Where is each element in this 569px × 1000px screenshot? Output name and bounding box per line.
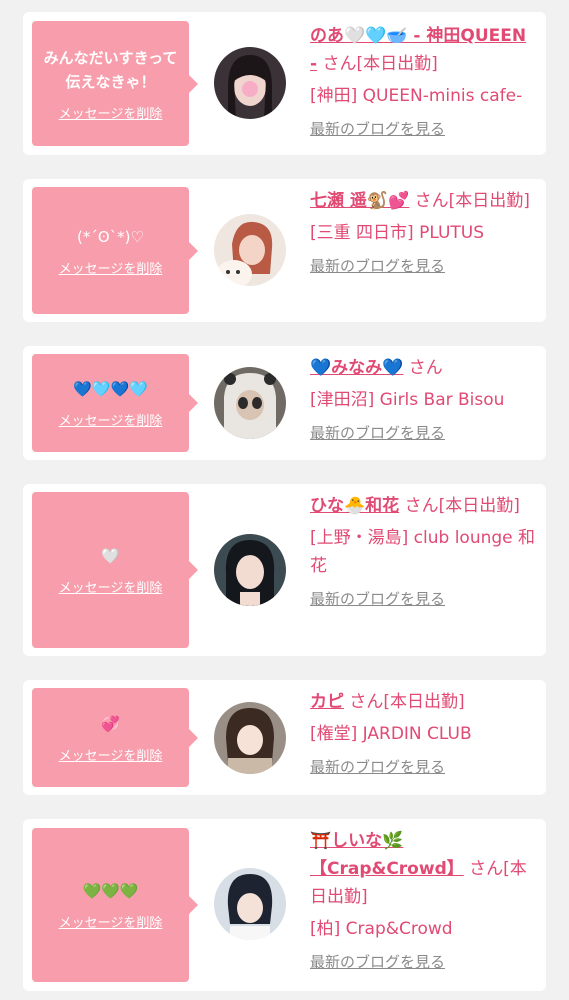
honorific: さん bbox=[414, 191, 449, 211]
status-label: [本日出勤] bbox=[356, 54, 438, 74]
avatar[interactable] bbox=[214, 367, 286, 439]
latest-blog-link[interactable]: 最新のブログを見る bbox=[310, 118, 445, 139]
message-text: (*´ʘ`*)♡ bbox=[77, 227, 144, 246]
shop-label: [権堂] JARDIN CLUB bbox=[310, 724, 472, 744]
cast-info: ひな🐣和花 さん[本日出勤] [上野・湯島] club lounge 和花 最新… bbox=[310, 492, 538, 609]
message-bubble: みんなだいすきって伝えなきゃ！ メッセージを削除 bbox=[32, 21, 198, 146]
cast-info: のあ🤍🩵🥣 - 神田QUEEN - さん[本日出勤] [神田] QUEEN-mi… bbox=[310, 22, 538, 139]
message-bubble: (*´ʘ`*)♡ メッセージを削除 bbox=[32, 187, 198, 314]
cast-name-link[interactable]: カピ bbox=[310, 692, 344, 712]
message-bubble: 🤍 メッセージを削除 bbox=[32, 492, 198, 648]
favorite-cast-list: みんなだいすきって伝えなきゃ！ メッセージを削除 のあ🤍🩵🥣 - 神田QUEEN… bbox=[0, 0, 569, 1000]
cast-name-link[interactable]: ⛩️しいな🌿【Crap&Crowd】 bbox=[310, 831, 464, 879]
cast-info: ⛩️しいな🌿【Crap&Crowd】 さん[本日出勤] [柏] Crap&Cro… bbox=[310, 827, 538, 972]
cast-card: みんなだいすきって伝えなきゃ！ メッセージを削除 のあ🤍🩵🥣 - 神田QUEEN… bbox=[23, 12, 546, 155]
honorific: さん bbox=[349, 692, 384, 712]
avatar[interactable] bbox=[214, 534, 286, 606]
message-bubble: 💞 メッセージを削除 bbox=[32, 688, 198, 787]
cast-name-link[interactable]: 💙みなみ💙 bbox=[310, 358, 403, 378]
name-line: のあ🤍🩵🥣 - 神田QUEEN - さん[本日出勤] bbox=[310, 22, 538, 78]
cast-info: 七瀬 遥🐒💕 さん[本日出勤] [三重 四日市] PLUTUS 最新のブログを見… bbox=[310, 187, 538, 276]
avatar[interactable] bbox=[214, 702, 286, 774]
status-label: [本日出勤] bbox=[383, 692, 465, 712]
delete-message-link[interactable]: メッセージを削除 bbox=[59, 577, 163, 596]
latest-blog-link[interactable]: 最新のブログを見る bbox=[310, 951, 445, 972]
name-line: 💙みなみ💙 さん bbox=[310, 354, 538, 382]
honorific: さん bbox=[408, 358, 443, 378]
message-text: 💙🩵💙🩵 bbox=[73, 380, 148, 398]
status-label: [本日出勤] bbox=[448, 191, 530, 211]
message-bubble: 💙🩵💙🩵 メッセージを削除 bbox=[32, 354, 198, 452]
delete-message-link[interactable]: メッセージを削除 bbox=[59, 410, 163, 429]
latest-blog-link[interactable]: 最新のブログを見る bbox=[310, 255, 445, 276]
shop-label: [上野・湯島] club lounge 和花 bbox=[310, 528, 536, 576]
message-bubble: 💚💚💚 メッセージを削除 bbox=[32, 828, 198, 982]
avatar[interactable] bbox=[214, 868, 286, 940]
honorific: さん bbox=[404, 496, 439, 516]
shop-label: [神田] QUEEN-minis cafe- bbox=[310, 86, 523, 106]
name-line: 七瀬 遥🐒💕 さん[本日出勤] bbox=[310, 187, 538, 215]
avatar[interactable] bbox=[214, 47, 286, 119]
latest-blog-link[interactable]: 最新のブログを見る bbox=[310, 756, 445, 777]
message-text: 💚💚💚 bbox=[82, 882, 139, 900]
avatar[interactable] bbox=[214, 214, 286, 286]
honorific: さん bbox=[322, 54, 357, 74]
honorific: さん bbox=[469, 859, 504, 879]
delete-message-link[interactable]: メッセージを削除 bbox=[59, 103, 163, 122]
cast-card: (*´ʘ`*)♡ メッセージを削除 七瀬 遥🐒💕 さん[本日出勤] [三重 四日… bbox=[23, 179, 546, 322]
delete-message-link[interactable]: メッセージを削除 bbox=[59, 912, 163, 931]
name-line: ひな🐣和花 さん[本日出勤] bbox=[310, 492, 538, 520]
name-line: ⛩️しいな🌿【Crap&Crowd】 さん[本日出勤] bbox=[310, 827, 538, 911]
latest-blog-link[interactable]: 最新のブログを見る bbox=[310, 588, 445, 609]
message-text: 🤍 bbox=[101, 547, 120, 565]
delete-message-link[interactable]: メッセージを削除 bbox=[59, 258, 163, 277]
cast-info: カピ さん[本日出勤] [権堂] JARDIN CLUB 最新のブログを見る bbox=[310, 688, 538, 777]
message-text: 💞 bbox=[101, 714, 120, 733]
shop-label: [柏] Crap&Crowd bbox=[310, 919, 453, 939]
message-text: みんなだいすきって伝えなきゃ！ bbox=[43, 48, 178, 91]
cast-name-link[interactable]: 七瀬 遥🐒💕 bbox=[310, 191, 409, 211]
shop-label: [三重 四日市] PLUTUS bbox=[310, 223, 485, 243]
cast-card: 💙🩵💙🩵 メッセージを削除 💙みなみ💙 さん [津田沼] Girls Bar B… bbox=[23, 346, 546, 460]
delete-message-link[interactable]: メッセージを削除 bbox=[59, 745, 163, 764]
status-label: [本日出勤] bbox=[438, 496, 520, 516]
cast-name-link[interactable]: ひな🐣和花 bbox=[310, 496, 399, 516]
shop-label: [津田沼] Girls Bar Bisou bbox=[310, 390, 505, 410]
name-line: カピ さん[本日出勤] bbox=[310, 688, 538, 716]
latest-blog-link[interactable]: 最新のブログを見る bbox=[310, 422, 445, 443]
cast-info: 💙みなみ💙 さん [津田沼] Girls Bar Bisou 最新のブログを見る bbox=[310, 354, 538, 443]
cast-card: 💚💚💚 メッセージを削除 ⛩️しいな🌿【Crap&Crowd】 さん[本日出勤]… bbox=[23, 819, 546, 991]
cast-card: 💞 メッセージを削除 カピ さん[本日出勤] [権堂] JARDIN CLUB … bbox=[23, 680, 546, 795]
cast-card: 🤍 メッセージを削除 ひな🐣和花 さん[本日出勤] [上野・湯島] club l… bbox=[23, 484, 546, 656]
